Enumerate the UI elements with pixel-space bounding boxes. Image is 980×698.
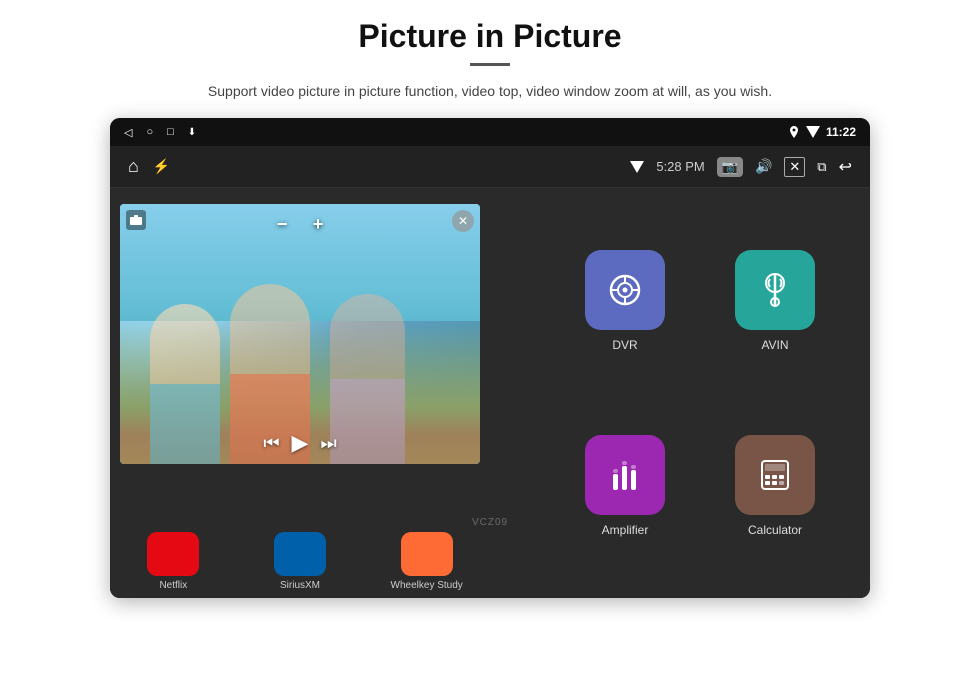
nav-time: 5:28 PM (656, 159, 704, 174)
close-nav-icon[interactable]: ✕ (784, 157, 805, 177)
main-content: − + ✕ ⏮ ▶ ⏭ Netflix (110, 188, 870, 598)
netflix-icon (147, 532, 199, 576)
amplifier-icon (585, 435, 665, 515)
back-nav-icon[interactable]: ◁ (124, 126, 132, 139)
pip-prev-button[interactable]: ⏮ (263, 433, 279, 454)
bottom-apps-left: Netflix SiriusXM Wheelkey Study (110, 530, 490, 598)
calculator-label: Calculator (748, 523, 802, 537)
page-subtitle: Support video picture in picture functio… (208, 80, 772, 102)
app-dvr[interactable]: DVR (585, 250, 665, 352)
app-siriusxm[interactable]: SiriusXM (237, 532, 364, 597)
pip-plus-button[interactable]: + (304, 210, 332, 238)
netflix-label: Netflix (159, 580, 187, 591)
siriusxm-icon (274, 532, 326, 576)
wifi-nav-icon (630, 161, 644, 173)
status-bar-right: 11:22 (788, 125, 856, 139)
title-divider (470, 63, 510, 66)
status-bar: ◁ ○ □ ⬇ 11:22 (110, 118, 870, 146)
amplifier-label: Amplifier (602, 523, 649, 537)
page-wrapper: Picture in Picture Support video picture… (0, 0, 980, 698)
device-frame: ◁ ○ □ ⬇ 11:22 ⌂ ⚡ 5:28 PM 📷 🔊 (110, 118, 870, 598)
volume-nav-icon[interactable]: 🔊 (755, 158, 772, 175)
avin-label: AVIN (761, 338, 788, 352)
download-icon: ⬇ (188, 127, 196, 138)
back-icon[interactable]: ↩ (839, 157, 852, 177)
pip-size-controls: − + (268, 210, 332, 238)
wifi-status-icon (806, 126, 820, 138)
pip-camera-icon (126, 210, 146, 230)
video-background (120, 204, 480, 464)
nav-bar: ⌂ ⚡ 5:28 PM 📷 🔊 ✕ ⧉ ↩ (110, 146, 870, 188)
pip-minus-button[interactable]: − (268, 210, 296, 238)
status-bar-left: ◁ ○ □ ⬇ (124, 126, 196, 139)
pip-video-window[interactable]: − + ✕ ⏮ ▶ ⏭ (120, 204, 480, 464)
home-icon[interactable]: ⌂ (128, 156, 139, 177)
camera-nav-icon[interactable]: 📷 (717, 157, 743, 177)
calculator-icon (735, 435, 815, 515)
dvr-label: DVR (612, 338, 637, 352)
nav-bar-right: 5:28 PM 📷 🔊 ✕ ⧉ ↩ (630, 157, 852, 177)
app-wheelkey[interactable]: Wheelkey Study (363, 532, 490, 597)
home-nav-icon[interactable]: ○ (146, 126, 153, 138)
pip-playback-controls: ⏮ ▶ ⏭ (263, 430, 336, 456)
recents-nav-icon[interactable]: □ (167, 126, 174, 138)
usb-icon: ⚡ (153, 158, 170, 175)
pip-play-button[interactable]: ▶ (292, 430, 309, 456)
location-icon (788, 126, 800, 138)
watermark: VCZ09 (472, 517, 508, 528)
app-avin[interactable]: AVIN (735, 250, 815, 352)
status-time: 11:22 (826, 125, 856, 139)
wheelkey-icon (401, 532, 453, 576)
page-title: Picture in Picture (358, 18, 621, 55)
nav-bar-left: ⌂ ⚡ (128, 156, 170, 177)
pip-nav-icon[interactable]: ⧉ (817, 159, 826, 175)
app-netflix[interactable]: Netflix (110, 532, 237, 597)
app-amplifier[interactable]: Amplifier (585, 435, 665, 537)
app-calculator[interactable]: Calculator (735, 435, 815, 537)
avin-icon (735, 250, 815, 330)
pip-next-button[interactable]: ⏭ (320, 433, 336, 454)
siriusxm-label: SiriusXM (280, 580, 320, 591)
apps-right-grid: DVR AVIN (530, 188, 870, 598)
dvr-icon (585, 250, 665, 330)
wheelkey-label: Wheelkey Study (391, 580, 463, 591)
